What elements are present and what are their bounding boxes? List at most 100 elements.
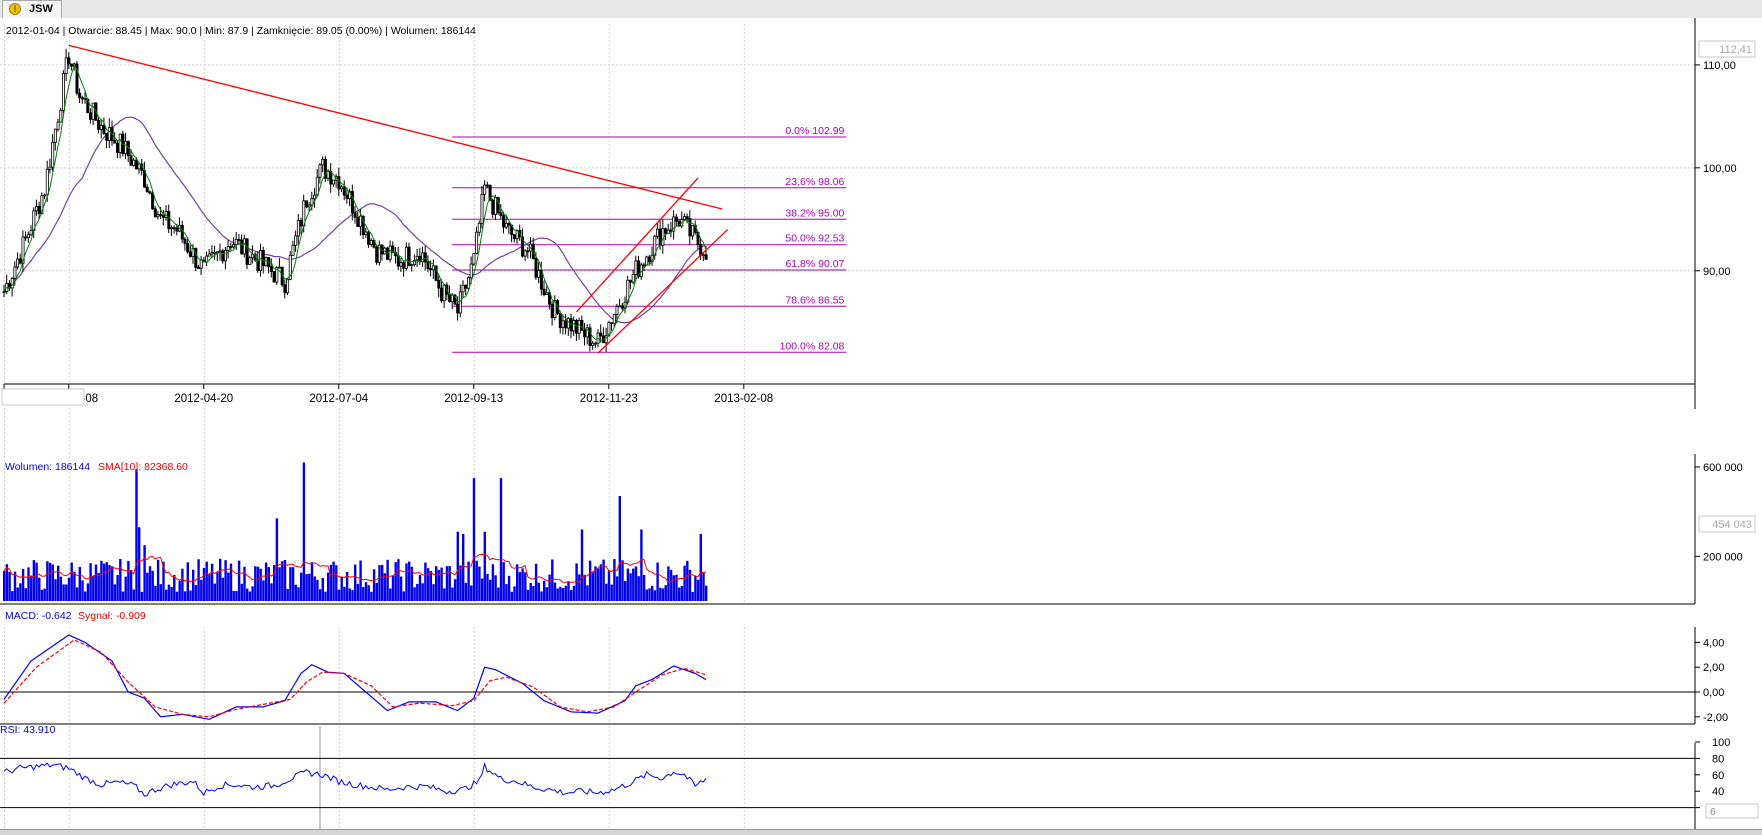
volume-bar: [21, 568, 25, 601]
volume-bar: [642, 574, 646, 601]
candle-body: [396, 255, 400, 267]
volume-bar: [46, 561, 49, 601]
volume-bar: [67, 577, 71, 601]
candle-body: [259, 250, 263, 272]
volume-bar: [138, 527, 141, 601]
volume-bar: [113, 584, 117, 601]
volume-label: Wolumen: 186144: [5, 461, 90, 473]
candle-body: [153, 208, 157, 218]
volume-bar: [200, 579, 203, 601]
volume-bar: [32, 560, 36, 601]
date-tick-label: 2012-11-23: [580, 393, 638, 405]
candle-body: [53, 128, 57, 143]
volume-bar: [13, 571, 17, 601]
candle-body: [134, 159, 138, 170]
volume-bar: [146, 572, 149, 601]
candle-body: [664, 228, 668, 234]
candle-body: [145, 186, 149, 193]
candle-body: [242, 238, 246, 255]
volume-bar: [564, 585, 567, 601]
volume-bar: [610, 584, 613, 601]
volume-bar: [594, 566, 597, 601]
candle-body: [618, 305, 622, 308]
volume-bar: [462, 533, 465, 601]
volume-bar: [394, 562, 397, 601]
volume-bar: [456, 531, 459, 601]
candle-body: [56, 121, 60, 130]
candle-body: [151, 192, 155, 210]
candle-body: [310, 198, 314, 206]
volume-bar: [402, 591, 405, 601]
candle-body: [161, 214, 165, 218]
candle-body: [461, 284, 465, 293]
candle-body: [218, 250, 222, 253]
volume-bar: [615, 576, 619, 601]
candle-body: [226, 246, 230, 251]
volume-bar: [65, 584, 68, 601]
volume-bar: [696, 579, 700, 601]
volume-bar: [491, 564, 495, 601]
tab-jsw[interactable]: ! JSW: [2, 0, 62, 18]
fib-level-label: 50.0% 92.53: [785, 233, 844, 245]
candle-body: [337, 176, 341, 190]
volume-bar: [529, 582, 532, 601]
volume-bar: [8, 571, 11, 601]
stock-chart[interactable]: 0.0% 102.99 23.6% 98.06 38.2% 95.00 50.0% 9…: [0, 18, 1762, 829]
candle-body: [80, 97, 84, 100]
volume-bar: [424, 562, 427, 601]
volume-bar: [224, 560, 227, 601]
candle-body: [70, 63, 74, 67]
volume-bar: [73, 571, 76, 601]
candle-body: [64, 57, 68, 74]
candle-body: [561, 320, 565, 328]
volume-bar: [84, 591, 87, 601]
candle-body: [583, 329, 587, 338]
candle-body: [116, 142, 120, 153]
volume-bar: [35, 562, 38, 601]
rsi-tick-label: 80: [1712, 753, 1724, 765]
volume-bar: [559, 586, 562, 601]
volume-bar: [175, 591, 179, 601]
candle-body: [631, 274, 635, 283]
candle-body: [402, 262, 406, 269]
volume-bar: [62, 584, 65, 601]
candle-body: [404, 246, 408, 269]
volume-bar: [194, 585, 198, 601]
volume-bar: [705, 585, 708, 601]
candle-body: [577, 319, 581, 334]
volume-bar: [391, 575, 395, 601]
volume-bar: [556, 588, 559, 601]
candle-body: [223, 250, 227, 262]
candle-body: [615, 306, 619, 315]
candle-body: [124, 141, 128, 155]
price-tick-label: 90,00: [1703, 266, 1731, 278]
volume-bar: [192, 569, 195, 601]
volume-bar: [78, 566, 81, 601]
candle-body: [685, 216, 689, 219]
candle-body: [99, 125, 103, 130]
candle-body: [132, 159, 136, 166]
volume-bar: [100, 560, 103, 601]
volume-bar: [483, 531, 486, 601]
volume-bar: [362, 587, 365, 601]
candle-body: [448, 293, 452, 303]
fib-level-label: 23.6% 98.06: [785, 176, 844, 188]
volume-bar: [202, 567, 206, 601]
candle-body: [299, 220, 303, 227]
volume-bar: [310, 562, 314, 601]
volume-bar: [472, 478, 476, 601]
candle-body: [67, 57, 71, 65]
volume-bar: [111, 566, 114, 601]
candle-body: [205, 255, 209, 263]
volume-bar: [278, 567, 281, 601]
volume-bar: [27, 567, 30, 601]
volume-bar: [583, 574, 586, 601]
volume-bar: [291, 567, 295, 601]
volume-bar: [127, 560, 130, 601]
candle-body: [51, 141, 55, 168]
volume-bar: [372, 569, 376, 601]
candle-body: [588, 327, 592, 347]
candle-body: [364, 231, 368, 236]
macd-tick-label: 4,00: [1703, 637, 1724, 649]
candle-body: [188, 251, 192, 258]
